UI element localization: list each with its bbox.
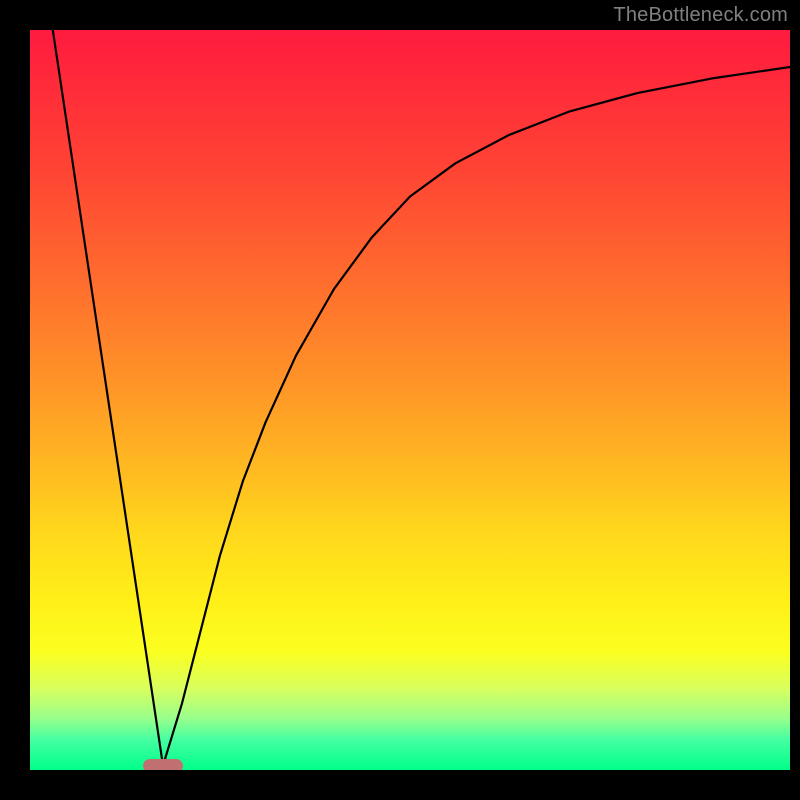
plot-area bbox=[30, 30, 790, 770]
chart-frame: TheBottleneck.com bbox=[0, 0, 800, 800]
bottleneck-curve bbox=[53, 30, 790, 766]
watermark-text: TheBottleneck.com bbox=[613, 4, 788, 27]
curve-layer bbox=[30, 30, 790, 770]
optimal-point-marker bbox=[143, 759, 183, 770]
